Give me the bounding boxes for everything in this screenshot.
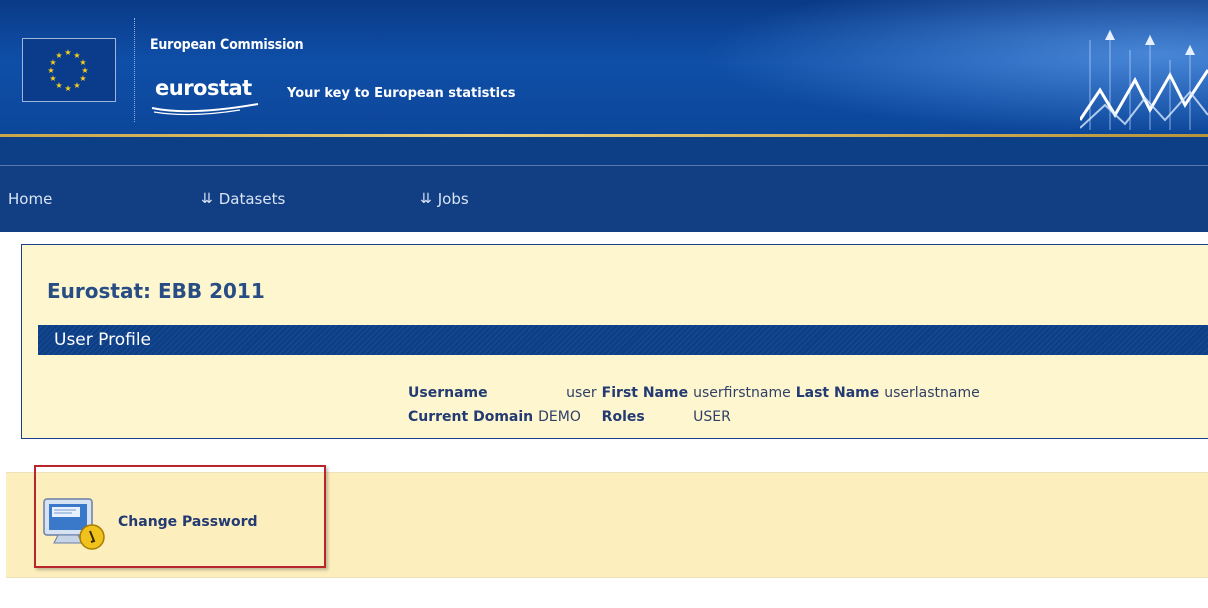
first-name-label: First Name — [601, 385, 689, 401]
organization-name: European Commission — [150, 37, 304, 53]
logo-swoosh-icon — [151, 103, 259, 116]
svg-text:★: ★ — [73, 81, 80, 90]
nav-jobs[interactable]: ⇊ Jobs — [420, 190, 469, 208]
username-value: user — [566, 385, 597, 401]
svg-text:★: ★ — [64, 84, 71, 93]
eurostat-logo[interactable]: eurostat — [155, 76, 252, 100]
last-name-label: Last Name — [795, 385, 880, 401]
nav-home[interactable]: Home — [8, 190, 52, 208]
nav-datasets[interactable]: ⇊ Datasets — [201, 190, 285, 208]
header-divider — [134, 18, 135, 122]
profile-panel: Eurostat: EBB 2011 User Profile Username… — [21, 244, 1208, 439]
svg-text:★: ★ — [55, 51, 62, 60]
double-chevron-down-icon: ⇊ — [201, 191, 213, 207]
svg-text:★: ★ — [64, 48, 71, 57]
tagline: Your key to European statistics — [287, 86, 516, 101]
header-strip — [0, 137, 1208, 166]
user-info-table: Username user First Name userfirstname L… — [408, 385, 985, 433]
roles-label: Roles — [601, 409, 645, 425]
username-label: Username — [408, 385, 488, 401]
nav-home-label: Home — [8, 190, 53, 208]
change-password-button[interactable]: Change Password — [34, 465, 326, 568]
info-row: Current Domain DEMO Roles USER — [408, 409, 985, 433]
last-name-value: userlastname — [884, 385, 980, 401]
page-title: Eurostat: EBB 2011 — [47, 279, 265, 303]
computer-key-icon — [43, 498, 105, 550]
section-header: User Profile — [38, 325, 1208, 355]
svg-text:★: ★ — [49, 74, 56, 83]
change-password-label: Change Password — [118, 514, 258, 530]
nav-datasets-label: Datasets — [218, 190, 286, 208]
info-row: Username user First Name userfirstname L… — [408, 385, 985, 409]
header-banner: ★ ★ ★ ★ ★ ★ ★ ★ ★ ★ ★ ★ European Commiss… — [0, 0, 1208, 137]
first-name-value: userfirstname — [693, 385, 791, 401]
statistics-chart-icon — [1080, 30, 1208, 130]
double-chevron-down-icon: ⇊ — [420, 191, 432, 207]
nav-jobs-label: Jobs — [437, 190, 469, 208]
domain-value: DEMO — [538, 409, 581, 425]
main-navigation: Home ⇊ Datasets ⇊ Jobs — [0, 166, 1208, 232]
svg-text:★: ★ — [47, 66, 54, 75]
eu-flag-icon: ★ ★ ★ ★ ★ ★ ★ ★ ★ ★ ★ ★ — [22, 38, 116, 102]
section-title: User Profile — [54, 330, 152, 350]
domain-label: Current Domain — [408, 409, 534, 425]
roles-value: USER — [693, 409, 731, 425]
